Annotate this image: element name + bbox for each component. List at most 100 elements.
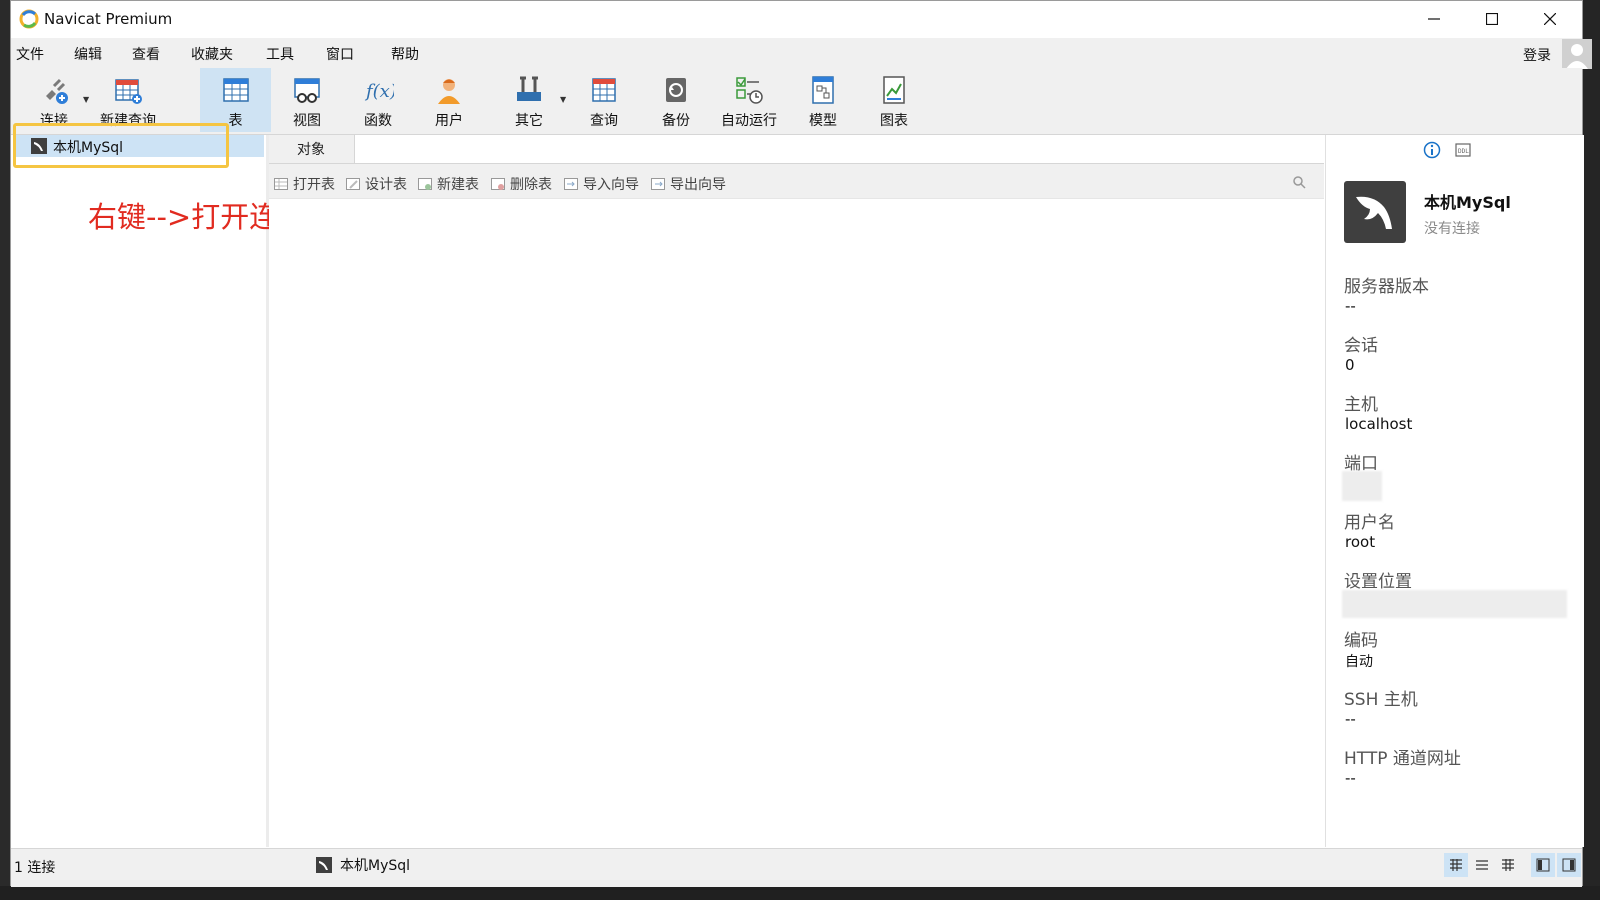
chart-label: 图表 (880, 113, 908, 129)
menu-view[interactable]: 查看 (132, 44, 160, 64)
user-avatar-icon (1566, 44, 1588, 69)
connection-avatar (1344, 181, 1406, 243)
mysql-connection-icon (316, 857, 332, 873)
info-icon[interactable] (1423, 141, 1441, 159)
login-link[interactable]: 登录 (1523, 45, 1551, 65)
avatar[interactable] (1562, 39, 1592, 69)
close-icon (1544, 13, 1556, 25)
delete-table-label: 删除表 (510, 177, 552, 193)
window-title: Navicat Premium (44, 10, 173, 28)
delete-table-icon (491, 178, 505, 190)
new-table-icon (418, 178, 432, 190)
http-tunnel-value: -- (1345, 769, 1356, 787)
other-button[interactable]: 其它 (495, 68, 563, 132)
object-list-area (269, 198, 1324, 848)
maximize-button[interactable] (1464, 1, 1520, 37)
menu-tools[interactable]: 工具 (266, 44, 294, 64)
import-wizard-button[interactable]: 导入向导 (564, 174, 639, 194)
query-button[interactable]: 查询 (570, 68, 638, 132)
new-table-button[interactable]: 新建表 (418, 174, 479, 194)
settings-location-label: 设置位置 (1344, 572, 1412, 592)
connection-tree: 本机MySql (11, 135, 269, 847)
server-version-value: -- (1345, 297, 1356, 315)
view-icon (294, 78, 320, 103)
toggle-info-pane-button[interactable] (1557, 853, 1581, 877)
export-icon (651, 178, 665, 190)
list-view-button[interactable] (1470, 853, 1494, 877)
automation-icon (736, 77, 763, 104)
other-label: 其它 (515, 113, 543, 129)
title-bar: Navicat Premium (11, 1, 1582, 37)
view-label: 视图 (293, 113, 321, 129)
query-label: 查询 (590, 113, 618, 129)
user-icon (438, 79, 460, 104)
model-button[interactable]: 模型 (789, 68, 857, 132)
other-dropdown-icon[interactable]: ▼ (560, 95, 566, 104)
ddl-icon[interactable]: DDL (1454, 141, 1472, 159)
http-tunnel-label: HTTP 通道网址 (1344, 749, 1461, 769)
session-value: 0 (1345, 356, 1355, 374)
svg-text:DDL: DDL (1458, 148, 1469, 155)
minimize-icon (1428, 18, 1440, 20)
menu-edit[interactable]: 编辑 (74, 44, 102, 64)
design-table-button[interactable]: 设计表 (346, 174, 407, 194)
delete-table-button[interactable]: 删除表 (491, 174, 552, 194)
maximize-icon (1486, 13, 1498, 25)
highlight-box (13, 123, 229, 168)
menu-help[interactable]: 帮助 (391, 44, 419, 64)
chart-button[interactable]: 图表 (860, 68, 928, 132)
query-icon (592, 78, 616, 102)
settings-location-redacted (1342, 590, 1567, 618)
backup-button[interactable]: 备份 (642, 68, 710, 132)
connect-dropdown-icon[interactable]: ▼ (83, 95, 89, 104)
tools-icon (517, 76, 541, 101)
encoding-label: 编码 (1344, 631, 1378, 651)
menu-window[interactable]: 窗口 (326, 44, 354, 64)
function-button[interactable]: f(x) 函数 (344, 68, 412, 132)
import-icon (564, 178, 578, 190)
detail-view-icon (1502, 859, 1514, 871)
ssh-host-label: SSH 主机 (1344, 690, 1418, 710)
object-toolbar: 打开表 设计表 新建表 删除表 导入向导 导出向导 (269, 164, 1324, 198)
status-bar: 1 连接 本机MySql (11, 848, 1582, 887)
svg-text:f(x): f(x) (364, 81, 394, 102)
navicat-logo-icon (19, 9, 39, 29)
host-value: localhost (1345, 415, 1413, 433)
tab-strip: 对象 (269, 135, 1324, 164)
info-connection-status: 没有连接 (1424, 221, 1480, 237)
tab-objects[interactable]: 对象 (269, 135, 353, 163)
open-table-button[interactable]: 打开表 (274, 174, 335, 194)
export-wizard-button[interactable]: 导出向导 (651, 174, 726, 194)
model-label: 模型 (809, 113, 837, 129)
detail-view-button[interactable] (1496, 853, 1520, 877)
server-version-label: 服务器版本 (1344, 277, 1429, 297)
toggle-nav-pane-button[interactable] (1531, 853, 1555, 877)
host-label: 主机 (1344, 395, 1378, 415)
design-table-icon (346, 178, 360, 190)
left-pane-icon (1536, 858, 1550, 872)
view-button[interactable]: 视图 (273, 68, 341, 132)
user-label: 用户 (435, 113, 463, 129)
automation-label: 自动运行 (721, 113, 777, 129)
desktop-right-edge (1583, 0, 1600, 900)
import-wizard-label: 导入向导 (583, 177, 639, 193)
user-button[interactable]: 用户 (415, 68, 483, 132)
encoding-value: 自动 (1345, 654, 1373, 670)
right-pane-icon (1562, 858, 1576, 872)
main-toolbar: 连接 ▼ 新建查询 表 视图 f(x) 函数 用户 其它 ▼ 查询 备份 自动运… (11, 68, 1582, 135)
backup-label: 备份 (662, 113, 690, 129)
function-label: 函数 (364, 113, 392, 129)
close-button[interactable] (1522, 1, 1578, 37)
info-panel: DDL 本机MySql 没有连接 服务器版本 -- 会话 0 主机 localh… (1325, 135, 1584, 847)
navicat-window: Navicat Premium 文件 编辑 查看 收藏夹 工具 窗口 帮助 登录… (10, 0, 1592, 887)
menu-file[interactable]: 文件 (16, 44, 44, 64)
automation-button[interactable]: 自动运行 (711, 68, 787, 132)
minimize-button[interactable] (1406, 1, 1462, 37)
grid-view-button[interactable] (1444, 853, 1468, 877)
current-connection: 本机MySql (316, 855, 410, 875)
port-value-redacted (1342, 471, 1382, 501)
search-icon[interactable] (1292, 175, 1306, 189)
table-icon (222, 78, 249, 102)
mysql-dolphin-icon (1356, 196, 1392, 229)
menu-favorites[interactable]: 收藏夹 (191, 44, 233, 64)
